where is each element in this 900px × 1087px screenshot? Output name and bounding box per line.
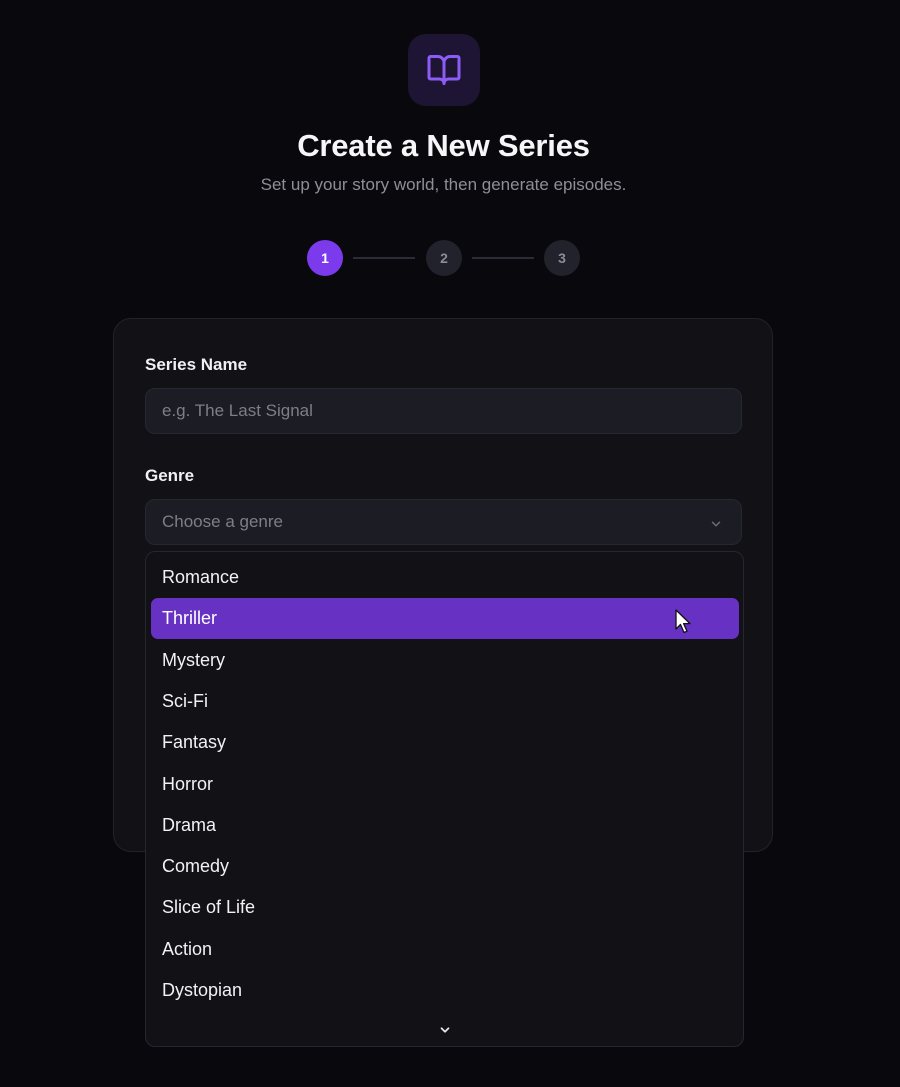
open-book-icon <box>408 34 480 106</box>
series-name-input[interactable]: e.g. The Last Signal <box>145 388 742 434</box>
genre-select-placeholder: Choose a genre <box>162 512 283 531</box>
genre-option-action[interactable]: Action <box>151 929 739 970</box>
genre-option-thriller[interactable]: Thriller <box>151 598 739 639</box>
page-title: Create a New Series <box>297 128 590 163</box>
genre-option-slice-of-life[interactable]: Slice of Life <box>151 887 739 928</box>
genre-option-horror[interactable]: Horror <box>151 764 739 805</box>
create-series-page: Create a New Series Set up your story wo… <box>0 0 900 1087</box>
scroll-down-chevron-icon[interactable] <box>438 1023 452 1042</box>
page-subtitle: Set up your story world, then generate e… <box>260 175 627 194</box>
step-connector <box>472 257 534 259</box>
series-name-label: Series Name <box>145 355 248 374</box>
genre-option-fantasy[interactable]: Fantasy <box>151 722 739 763</box>
step-indicator-2: 2 <box>426 240 462 276</box>
genre-label: Genre <box>145 466 195 485</box>
genre-option-comedy[interactable]: Comedy <box>151 846 739 887</box>
genre-option-dystopian[interactable]: Dystopian <box>151 970 739 1011</box>
genre-dropdown-list[interactable]: Romance Thriller Mystery Sci-Fi Fantasy … <box>145 551 744 1047</box>
genre-option-mystery[interactable]: Mystery <box>151 640 739 681</box>
genre-option-drama[interactable]: Drama <box>151 805 739 846</box>
step-indicator-1: 1 <box>307 240 343 276</box>
genre-option-romance[interactable]: Romance <box>151 557 739 598</box>
genre-option-sci-fi[interactable]: Sci-Fi <box>151 681 739 722</box>
step-connector <box>353 257 415 259</box>
step-indicator-3: 3 <box>544 240 580 276</box>
chevron-down-icon <box>709 516 723 536</box>
genre-select[interactable]: Choose a genre <box>145 499 742 545</box>
mouse-pointer-icon <box>675 609 693 640</box>
